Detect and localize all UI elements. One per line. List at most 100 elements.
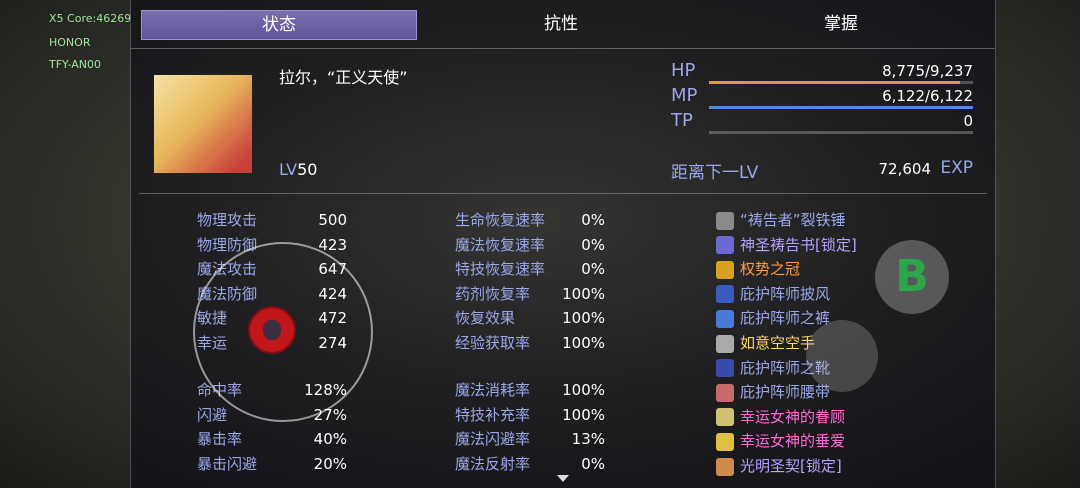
equipment-slot[interactable]: 权势之冠 (716, 257, 800, 281)
stat-label: 魔法反射率 (455, 454, 531, 473)
equipment-name: 如意空空手 (740, 334, 816, 352)
hammer-icon (716, 211, 734, 230)
a-button[interactable] (806, 320, 878, 392)
stat-value: 20% (313, 454, 347, 473)
hp-gauge: HP 8,775/9,237 (669, 60, 973, 86)
tp-label: TP (671, 110, 693, 131)
scroll-down-icon[interactable] (557, 475, 569, 482)
stat-value: 0% (581, 260, 605, 279)
exp-label: 距离下一LV (671, 163, 759, 183)
stat-label: 暴击闪避 (197, 454, 258, 473)
equipment-name: 幸运女神的垂爱 (740, 432, 846, 451)
amulet-icon (716, 432, 734, 451)
stat-value: 13% (571, 430, 605, 449)
tab-bar: 状态 抗性 掌握 (131, 0, 995, 49)
stat-label: 魔法闪避率 (455, 430, 531, 449)
stat-label: 魔法消耗率 (455, 381, 531, 399)
exp-row: 距离下一LV 72,604 EXP (671, 158, 973, 184)
equipment-slot[interactable]: 庇护阵师之裤 (716, 306, 830, 330)
stat-value: 100% (562, 405, 605, 424)
stat-label: 生命恢复速率 (455, 211, 546, 229)
stat-label: 物理攻击 (197, 211, 258, 229)
hp-fill (709, 81, 960, 84)
glove-icon (716, 334, 734, 353)
stat-row: 经验获取率 100% (455, 331, 605, 355)
equipment-slot[interactable]: 如意空空手 (716, 331, 815, 355)
stat-value: 40% (313, 430, 347, 449)
tab-status[interactable]: 状态 (141, 10, 417, 40)
stat-row: 物理攻击 500 (197, 208, 347, 232)
character-name: 拉尔，“正义天使” (279, 68, 408, 87)
character-sprite-icon (263, 320, 281, 340)
stat-value: 500 (318, 211, 347, 229)
stat-value: 100% (562, 309, 605, 328)
crown-icon (716, 260, 734, 279)
exp-value: 72,604 (878, 160, 932, 178)
mp-value: 6,122/6,122 (882, 87, 973, 105)
b-button[interactable]: B (875, 240, 949, 314)
overlay-line: X5 Core:46269 (49, 12, 132, 25)
equipment-name: 权势之冠 (740, 260, 801, 279)
amulet-icon (716, 408, 734, 427)
equipment-name: 神圣祷告书[锁定] (740, 235, 857, 254)
stat-value: 100% (562, 284, 605, 303)
equipment-slot[interactable]: 庇护阵师腰带 (716, 380, 830, 404)
mp-fill (709, 106, 973, 109)
equipment-name: 庇护阵师披风 (740, 284, 831, 303)
equipment-name: 庇护阵师之裤 (740, 309, 831, 328)
mp-label: MP (671, 85, 698, 106)
pants-icon (716, 309, 734, 328)
stat-row: 暴击率 40% (197, 427, 347, 451)
equipment-slot[interactable]: 神圣祷告书[锁定] (716, 233, 857, 257)
level-label: LV (279, 160, 298, 179)
stat-label: 特技补充率 (455, 405, 531, 424)
equipment-slot[interactable]: 幸运女神的垂爱 (716, 429, 845, 453)
level-value: 50 (297, 160, 318, 179)
equipment-name: 幸运女神的眷顾 (740, 407, 846, 426)
stat-row: 魔法闪避率 13% (455, 427, 605, 451)
mp-gauge: MP 6,122/6,122 (669, 85, 973, 111)
tp-gauge: TP 0 (669, 110, 973, 136)
equipment-slot[interactable]: 光明圣契[锁定] (716, 454, 842, 478)
character-portrait (153, 74, 253, 174)
joystick-knob[interactable] (248, 306, 296, 354)
stat-row: 特技恢复速率 0% (455, 257, 605, 281)
belt-icon (716, 383, 734, 402)
equipment-slot[interactable]: 幸运女神的眷顾 (716, 405, 845, 429)
stat-label: 特技恢复速率 (455, 260, 546, 279)
equipment-slot[interactable]: 庇护阵师披风 (716, 282, 830, 306)
equipment-name: “祷告者”裂铁锤 (740, 211, 846, 229)
stat-row: 魔法消耗率 100% (455, 378, 605, 402)
cape-icon (716, 285, 734, 304)
overlay-line: TFY-AN00 (49, 58, 101, 71)
stat-value: 100% (562, 381, 605, 399)
stat-label: 魔法恢复速率 (455, 235, 546, 254)
stat-row: 魔法恢复速率 0% (455, 233, 605, 257)
stat-value: 0% (581, 454, 605, 473)
hp-value: 8,775/9,237 (882, 62, 973, 80)
tab-resistance[interactable]: 抗性 (431, 10, 691, 38)
stat-row: 魔法反射率 0% (455, 452, 605, 476)
stat-label: 暴击率 (197, 430, 243, 449)
divider (139, 193, 987, 194)
tab-mastery[interactable]: 掌握 (711, 10, 971, 38)
character-level: LV50 (279, 160, 317, 179)
stat-row: 药剂恢复率 100% (455, 282, 605, 306)
stat-label: 药剂恢复率 (455, 284, 531, 303)
equipment-name: 光明圣契[锁定] (740, 457, 842, 475)
hp-label: HP (671, 60, 696, 81)
book-icon (716, 236, 734, 255)
overlay-line: HONOR (49, 36, 91, 49)
scroll-icon (716, 457, 734, 476)
stat-value: 0% (581, 235, 605, 254)
stat-row: 生命恢复速率 0% (455, 208, 605, 232)
equipment-name: 庇护阵师腰带 (740, 383, 831, 402)
stat-label: 闪避 (197, 405, 228, 424)
equipment-slot[interactable]: “祷告者”裂铁锤 (716, 208, 846, 232)
stat-row: 恢复效果 100% (455, 306, 605, 330)
stat-row: 暴击闪避 20% (197, 452, 347, 476)
exp-unit: EXP (940, 158, 973, 178)
stat-label: 恢复效果 (455, 309, 516, 328)
stat-row: 特技补充率 100% (455, 403, 605, 427)
stat-value: 0% (581, 211, 605, 229)
